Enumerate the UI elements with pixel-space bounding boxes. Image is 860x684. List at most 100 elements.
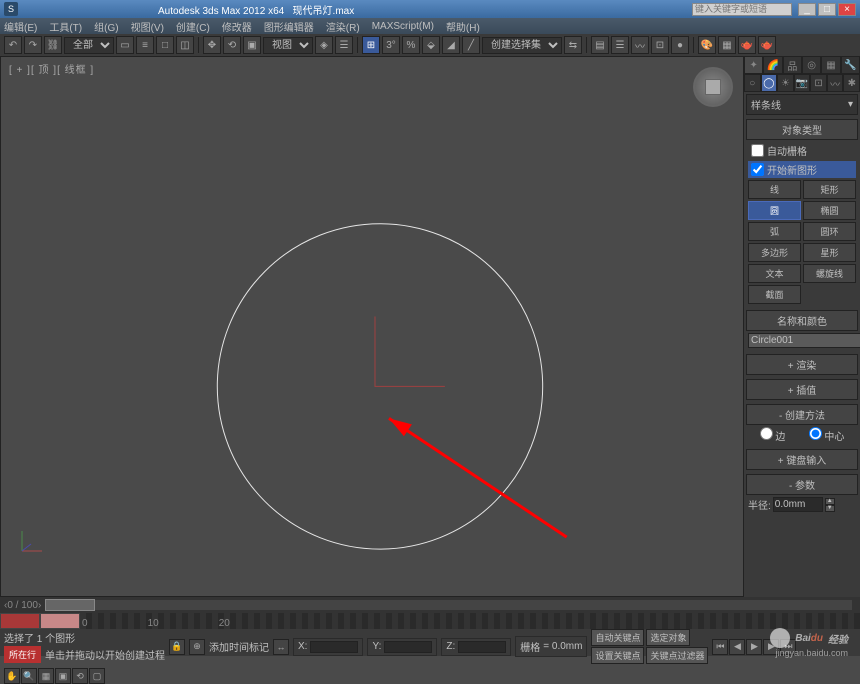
rollout-object-type[interactable]: 对象类型 — [746, 119, 858, 140]
set-key-button[interactable]: 设置关键点 — [591, 647, 644, 664]
rectangle-button[interactable]: 矩形 — [803, 180, 856, 199]
link-button[interactable]: ⛓ — [44, 36, 62, 54]
angle-snap-button[interactable]: 3° — [382, 36, 400, 54]
render-last-button[interactable]: 🫖 — [758, 36, 776, 54]
fov-button[interactable]: ▣ — [55, 668, 71, 684]
zoom-button[interactable]: 🔍 — [21, 668, 37, 684]
menu-maxscript[interactable]: MAXScript(M) — [372, 21, 434, 32]
selection-filter-dropdown[interactable]: 全部 — [64, 37, 114, 54]
render-setup-button[interactable]: 🎨 — [698, 36, 716, 54]
hierarchy-tab[interactable]: 品 — [783, 56, 802, 74]
menu-help[interactable]: 帮助(H) — [446, 19, 480, 34]
layers-button[interactable]: ☰ — [611, 36, 629, 54]
track-bar[interactable]: 01020 — [0, 613, 860, 629]
radius-input[interactable] — [773, 497, 823, 512]
window-minimize-button[interactable]: _ — [798, 3, 816, 16]
coordinate-toggle-button[interactable]: ↔ — [273, 639, 289, 655]
object-name-input[interactable] — [748, 333, 860, 348]
menu-create[interactable]: 创建(C) — [176, 19, 210, 34]
shapes-category-dropdown[interactable]: 样条线▾ — [746, 94, 858, 115]
rect-select-button[interactable]: □ — [156, 36, 174, 54]
percent-snap-button[interactable]: % — [402, 36, 420, 54]
radius-spinner-up[interactable]: ▲ — [825, 498, 835, 505]
text-button[interactable]: 文本 — [748, 264, 801, 283]
select-button[interactable]: ▭ — [116, 36, 134, 54]
prev-frame-button[interactable]: ◀ — [729, 639, 745, 655]
time-arrow-right[interactable]: › — [38, 600, 41, 611]
rollout-interpolation[interactable]: + 插值 — [746, 379, 858, 400]
window-close-button[interactable]: × — [838, 3, 856, 16]
zoom-all-button[interactable]: ▦ — [38, 668, 54, 684]
menu-edit[interactable]: 编辑(E) — [4, 19, 37, 34]
play-button[interactable]: ▶ — [746, 639, 762, 655]
auto-key-button[interactable]: 自动关键点 — [591, 629, 644, 646]
goto-start-button[interactable]: ⏮ — [712, 639, 728, 655]
menu-rendering[interactable]: 渲染(R) — [326, 19, 360, 34]
key-filters-button[interactable]: 关键点过滤器 — [646, 647, 708, 664]
rotate-button[interactable]: ⟲ — [223, 36, 241, 54]
help-search-input[interactable] — [692, 3, 792, 16]
radio-center[interactable]: 中心 — [809, 427, 845, 443]
viewport-top[interactable]: [ + ][ 顶 ][ 线框 ] — [0, 56, 744, 597]
create-tab[interactable]: ✦ — [744, 56, 763, 74]
radius-spinner-down[interactable]: ▼ — [825, 505, 835, 512]
snap-button[interactable]: ⊞ — [362, 36, 380, 54]
cameras-subtab[interactable]: 📷 — [794, 74, 811, 92]
manip-button[interactable]: ☰ — [335, 36, 353, 54]
lock-selection-button[interactable]: 🔒 — [169, 639, 185, 655]
ref-coord-dropdown[interactable]: 视图 — [263, 37, 313, 54]
curve-editor-icon[interactable]: ╱ — [462, 36, 480, 54]
menu-view[interactable]: 视图(V) — [131, 19, 164, 34]
ngon-button[interactable]: 多边形 — [748, 243, 801, 262]
menu-graph-editors[interactable]: 图形编辑器 — [264, 19, 314, 34]
schematic-button[interactable]: ⊡ — [651, 36, 669, 54]
time-slider[interactable]: ‹ 0 / 100 › — [0, 597, 860, 613]
select-name-button[interactable]: ≡ — [136, 36, 154, 54]
star-button[interactable]: 星形 — [803, 243, 856, 262]
rollout-rendering[interactable]: + 渲染 — [746, 354, 858, 375]
move-button[interactable]: ✥ — [203, 36, 221, 54]
rollout-keyboard-entry[interactable]: + 键盘输入 — [746, 449, 858, 470]
window-maximize-button[interactable]: □ — [818, 3, 836, 16]
selected-objects-dropdown[interactable]: 选定对象 — [646, 629, 690, 646]
mirror-button[interactable]: ⇆ — [564, 36, 582, 54]
geometry-subtab[interactable]: ○ — [744, 74, 761, 92]
material-button[interactable]: ● — [671, 36, 689, 54]
modify-tab[interactable]: 🌈 — [763, 56, 782, 74]
coord-z-input[interactable] — [458, 641, 506, 653]
display-tab[interactable]: ▦ — [821, 56, 840, 74]
helix-button[interactable]: 螺旋线 — [803, 264, 856, 283]
systems-subtab[interactable]: ✱ — [843, 74, 860, 92]
donut-button[interactable]: 圆环 — [803, 222, 856, 241]
autogrid-checkbox[interactable] — [751, 144, 764, 157]
undo-button[interactable]: ↶ — [4, 36, 22, 54]
pivot-button[interactable]: ◈ — [315, 36, 333, 54]
time-slider-track[interactable] — [45, 600, 852, 610]
render-fb-button[interactable]: ▦ — [718, 36, 736, 54]
render-button[interactable]: 🫖 — [738, 36, 756, 54]
start-new-shape-checkbox[interactable] — [751, 163, 764, 176]
circle-button[interactable]: 圆 — [748, 201, 801, 220]
coord-x-input[interactable] — [310, 641, 358, 653]
rollout-parameters[interactable]: - 参数 — [746, 474, 858, 495]
arc-button[interactable]: 弧 — [748, 222, 801, 241]
window-crossing-button[interactable]: ◫ — [176, 36, 194, 54]
ellipse-button[interactable]: 椭圆 — [803, 201, 856, 220]
menu-modifiers[interactable]: 修改器 — [222, 19, 252, 34]
space-warps-subtab[interactable]: 〰 — [827, 74, 844, 92]
rollout-creation-method[interactable]: - 创建方法 — [746, 404, 858, 425]
named-selection-dropdown[interactable]: 创建选择集 — [482, 37, 562, 54]
align-button[interactable]: ▤ — [591, 36, 609, 54]
utilities-tab[interactable]: 🔧 — [841, 56, 860, 74]
shapes-subtab[interactable]: ◯ — [761, 74, 778, 92]
max-viewport-button[interactable]: ▢ — [89, 668, 105, 684]
spinner-snap-button[interactable]: ⬙ — [422, 36, 440, 54]
add-time-tag-button[interactable]: ⊕ — [189, 639, 205, 655]
scale-button[interactable]: ▣ — [243, 36, 261, 54]
orbit-button[interactable]: ⟲ — [72, 668, 88, 684]
line-button[interactable]: 线 — [748, 180, 801, 199]
helpers-subtab[interactable]: ⊡ — [810, 74, 827, 92]
menu-group[interactable]: 组(G) — [94, 19, 118, 34]
section-button[interactable]: 截面 — [748, 285, 801, 304]
motion-tab[interactable]: ◎ — [802, 56, 821, 74]
